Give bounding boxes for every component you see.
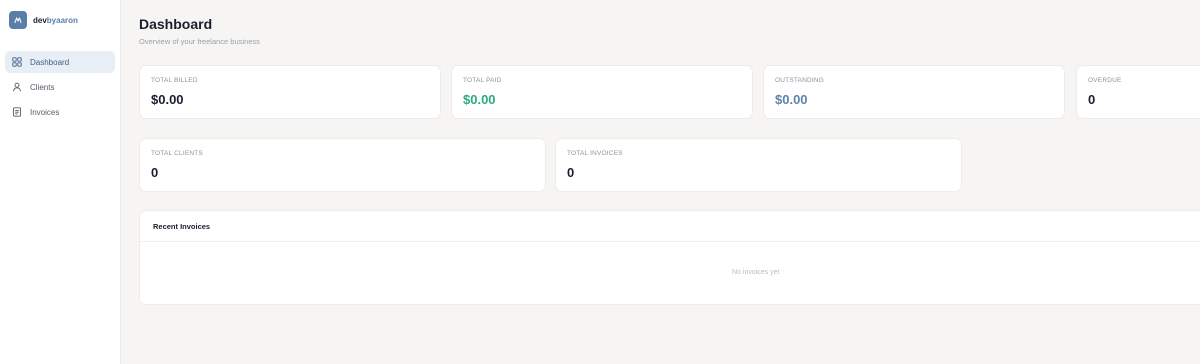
sidebar: devbyaaron Dashboard Clients Invoices — [0, 0, 121, 364]
stat-card-outstanding: OUTSTANDING $0.00 — [763, 65, 1065, 119]
sidebar-item-dashboard[interactable]: Dashboard — [5, 51, 115, 73]
stat-label: TOTAL CLIENTS — [151, 150, 203, 157]
stat-card-total-paid: TOTAL PAID $0.00 — [451, 65, 753, 119]
stat-card-total-billed: TOTAL BILLED $0.00 — [139, 65, 441, 119]
main-content: Dashboard Overview of your freelance bus… — [121, 0, 1200, 364]
sidebar-item-label: Clients — [30, 82, 55, 92]
stat-label: TOTAL INVOICES — [567, 150, 623, 157]
stat-value: 0 — [151, 165, 159, 180]
brand-name-part2: byaaron — [46, 15, 78, 25]
stat-label: OUTSTANDING — [775, 77, 825, 84]
stat-value: $0.00 — [151, 92, 184, 107]
brand-name-part1: dev — [33, 15, 47, 25]
stat-value: $0.00 — [463, 92, 496, 107]
sidebar-nav: Dashboard Clients Invoices — [0, 40, 120, 123]
grid-icon — [12, 57, 22, 67]
page-subtitle: Overview of your freelance business — [139, 37, 260, 46]
sidebar-item-invoices[interactable]: Invoices — [5, 101, 115, 123]
stat-value: $0.00 — [775, 92, 808, 107]
document-icon — [12, 107, 22, 117]
brand-name: devbyaaron — [33, 16, 78, 25]
page-title: Dashboard — [139, 16, 213, 32]
user-icon — [12, 82, 22, 92]
divider — [140, 241, 1200, 242]
stat-label: OVERDUE — [1088, 77, 1122, 84]
sidebar-item-label: Invoices — [30, 107, 60, 117]
stat-value: 0 — [567, 165, 575, 180]
logo-icon — [9, 11, 27, 29]
stat-value: 0 — [1088, 92, 1096, 107]
stat-card-total-invoices: TOTAL INVOICES 0 — [555, 138, 962, 192]
recent-invoices-title: Recent Invoices — [153, 222, 211, 231]
recent-invoices-panel: Recent Invoices No invoices yet — [139, 210, 1200, 305]
stat-label: TOTAL PAID — [463, 77, 502, 84]
brand[interactable]: devbyaaron — [0, 0, 120, 40]
empty-state-text: No invoices yet — [732, 269, 780, 276]
stat-label: TOTAL BILLED — [151, 77, 198, 84]
stat-card-total-clients: TOTAL CLIENTS 0 — [139, 138, 546, 192]
stat-card-overdue: OVERDUE 0 — [1076, 65, 1200, 119]
sidebar-item-label: Dashboard — [30, 57, 70, 67]
sidebar-item-clients[interactable]: Clients — [5, 76, 115, 98]
